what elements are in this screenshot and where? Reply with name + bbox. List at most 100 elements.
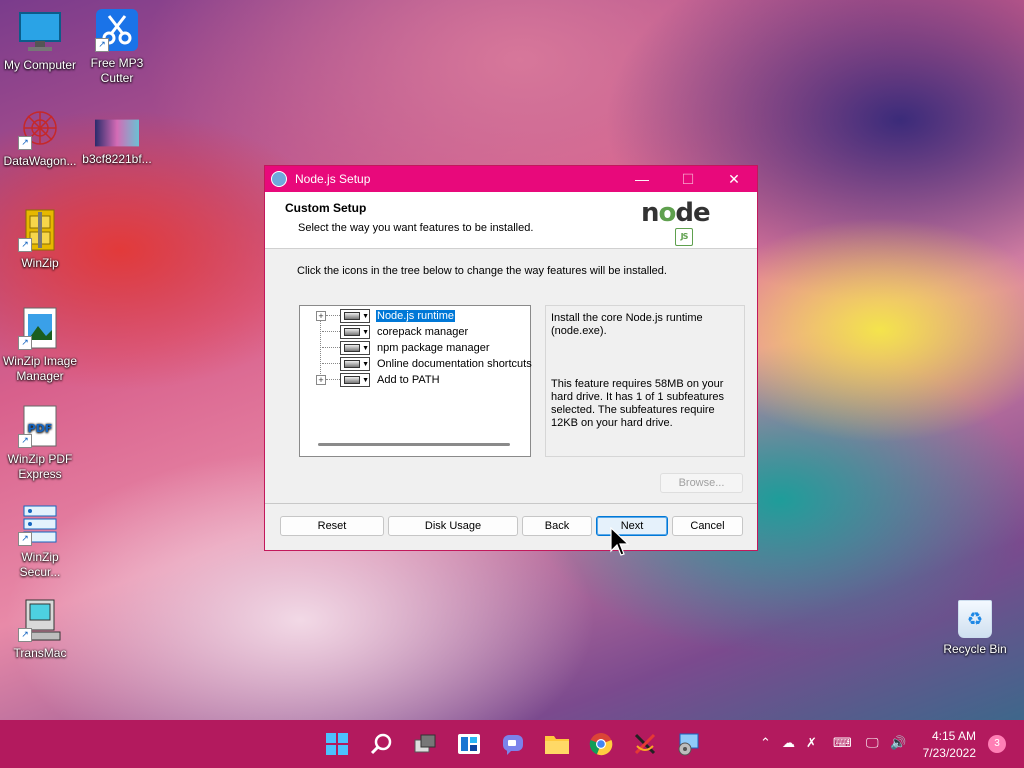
tree-connector: [322, 347, 340, 348]
desktop-icon-image-file[interactable]: b3cf8221bf...: [77, 118, 157, 167]
feature-state-dropdown[interactable]: ▼: [340, 341, 370, 355]
close-button[interactable]: ✕: [711, 166, 757, 192]
feature-state-dropdown[interactable]: ▼: [340, 325, 370, 339]
setup-dialog: Node.js Setup — ☐ ✕ Custom Setup Select …: [264, 165, 758, 551]
tree-item-npm[interactable]: ▼ npm package manager: [300, 340, 530, 356]
hard-drive-icon: [344, 360, 361, 368]
description-text: Install the core Node.js runtime (node.e…: [551, 312, 703, 337]
dialog-titlebar[interactable]: Node.js Setup — ☐ ✕: [265, 166, 757, 192]
desktop-icon-label: My Computer: [3, 58, 77, 72]
hard-drive-icon: [344, 328, 361, 336]
desktop-icon-free-mp3-cutter[interactable]: ↗ Free MP3 Cutter: [77, 8, 157, 86]
tree-item-online-docs[interactable]: ▼ Online documentation shortcuts: [300, 356, 532, 372]
cross-tray-icon[interactable]: ✗: [806, 736, 817, 751]
keyboard-icon[interactable]: ⌨: [833, 736, 852, 751]
tree-connector: [322, 363, 340, 364]
desktop-icon-label: Free MP3 Cutter: [90, 56, 144, 85]
desktop-icon-winzip-pdf-express[interactable]: PDF ↗ WinZip PDF Express: [0, 404, 80, 482]
network-muted-icon[interactable]: ☁: [782, 736, 795, 751]
file-explorer-icon[interactable]: [542, 729, 572, 759]
mouse-cursor-icon: [610, 527, 630, 556]
feature-tree[interactable]: + ▼ Node.js runtime ▼ corepack manager ▼…: [299, 305, 532, 457]
taskbar: ⌃ ☁ ✗ ⌨ 🖵 🔊 4:15 AM 7/23/2022 3: [0, 720, 1024, 768]
teams-chat-icon[interactable]: [498, 729, 528, 759]
cross-tool-icon[interactable]: [630, 729, 660, 759]
dropdown-arrow-icon: ▼: [362, 328, 369, 336]
start-button[interactable]: [322, 729, 352, 759]
shortcut-arrow-icon: ↗: [18, 628, 32, 642]
tree-connector: [326, 379, 340, 380]
tree-item-nodejs-runtime[interactable]: + ▼ Node.js runtime: [300, 308, 530, 324]
tree-item-label: corepack manager: [377, 326, 469, 338]
desktop-icon-label: TransMac: [13, 646, 67, 660]
hard-drive-icon: [344, 312, 361, 320]
tree-item-corepack[interactable]: ▼ corepack manager: [300, 324, 530, 340]
desktop-icon-label: WinZip Secur...: [19, 550, 61, 579]
notification-badge[interactable]: 3: [988, 735, 1006, 753]
desktop-icon-label: DataWagon...: [3, 154, 77, 168]
feature-state-dropdown[interactable]: ▼: [340, 373, 370, 387]
divider: [265, 503, 757, 504]
desktop-icon-label: WinZip Image Manager: [2, 354, 78, 383]
dropdown-arrow-icon: ▼: [362, 360, 369, 368]
display-icon[interactable]: 🖵: [866, 736, 879, 751]
dialog-header: Custom Setup Select the way you want fea…: [265, 192, 757, 249]
shortcut-arrow-icon: ↗: [95, 38, 109, 52]
maximize-button: ☐: [681, 170, 695, 187]
desktop-icon-winzip-secure[interactable]: ↗ WinZip Secur...: [0, 502, 80, 580]
clock-time: 4:15 AM: [931, 729, 976, 743]
shortcut-arrow-icon: ↗: [18, 336, 32, 350]
system-clock[interactable]: 4:15 AM 7/23/2022: [923, 728, 976, 762]
scissors-app-icon: ↗: [95, 8, 139, 52]
horizontal-scrollbar[interactable]: [318, 443, 510, 446]
secure-server-icon: ↗: [18, 502, 62, 546]
network-graph-icon: ↗: [18, 106, 62, 150]
minimize-button[interactable]: —: [619, 166, 665, 192]
reset-button[interactable]: Reset: [280, 516, 384, 536]
instruction-text: Click the icons in the tree below to cha…: [297, 265, 667, 277]
desktop-icon-label: WinZip: [21, 256, 59, 270]
desktop-icon-winzip-image-manager[interactable]: ↗ WinZip Image Manager: [0, 306, 80, 384]
chevron-up-icon[interactable]: ⌃: [760, 736, 771, 751]
logo-badge: JS: [675, 228, 693, 246]
disk-usage-button[interactable]: Disk Usage: [388, 516, 518, 536]
back-button[interactable]: Back: [522, 516, 592, 536]
widgets-icon[interactable]: [454, 729, 484, 759]
cancel-button[interactable]: Cancel: [672, 516, 743, 536]
desktop-icon-winzip[interactable]: ↗ WinZip: [0, 208, 80, 271]
desktop-icon-transmac[interactable]: ↗ TransMac: [0, 598, 80, 661]
desktop-icon-my-computer[interactable]: My Computer: [0, 10, 80, 73]
speaker-icon[interactable]: 🔊: [890, 736, 906, 751]
tree-item-add-to-path[interactable]: + ▼ Add to PATH: [300, 372, 530, 388]
tree-item-label: Online documentation shortcuts: [377, 358, 532, 370]
tree-item-label: Add to PATH: [377, 374, 440, 386]
desktop-icon-label: Recycle Bin: [943, 642, 1007, 656]
desktop-icon-datawagon[interactable]: ↗ DataWagon...: [0, 106, 80, 169]
dropdown-arrow-icon: ▼: [362, 312, 369, 320]
feature-description: Install the core Node.js runtime (node.e…: [545, 305, 745, 457]
shortcut-arrow-icon: ↗: [18, 136, 32, 150]
expand-plus-icon[interactable]: +: [316, 311, 326, 321]
tree-connector: [326, 315, 340, 316]
next-button[interactable]: Next: [596, 516, 668, 536]
tree-item-label: Node.js runtime: [376, 310, 456, 322]
chrome-icon[interactable]: [586, 729, 616, 759]
search-icon[interactable]: [366, 729, 396, 759]
winzip-cabinet-icon: ↗: [18, 208, 62, 252]
desktop-icon-label: WinZip PDF Express: [7, 452, 73, 481]
feature-state-dropdown[interactable]: ▼: [340, 309, 370, 323]
desktop-icon-recycle-bin[interactable]: ♻ Recycle Bin: [935, 600, 1015, 657]
dropdown-arrow-icon: ▼: [362, 376, 369, 384]
tree-item-label: npm package manager: [377, 342, 490, 354]
page-title: Custom Setup: [285, 201, 367, 215]
nodejs-logo-icon: node JS: [641, 198, 725, 246]
installer-taskbar-icon[interactable]: [674, 729, 704, 759]
window-title: Node.js Setup: [295, 172, 371, 186]
desktop-icon-label: b3cf8221bf...: [82, 152, 152, 166]
expand-plus-icon[interactable]: +: [316, 375, 326, 385]
image-manager-icon: ↗: [18, 306, 62, 350]
feature-state-dropdown[interactable]: ▼: [340, 357, 370, 371]
logo-text: node: [641, 198, 711, 228]
pdf-icon: PDF ↗: [18, 404, 62, 448]
task-view-icon[interactable]: [410, 729, 440, 759]
